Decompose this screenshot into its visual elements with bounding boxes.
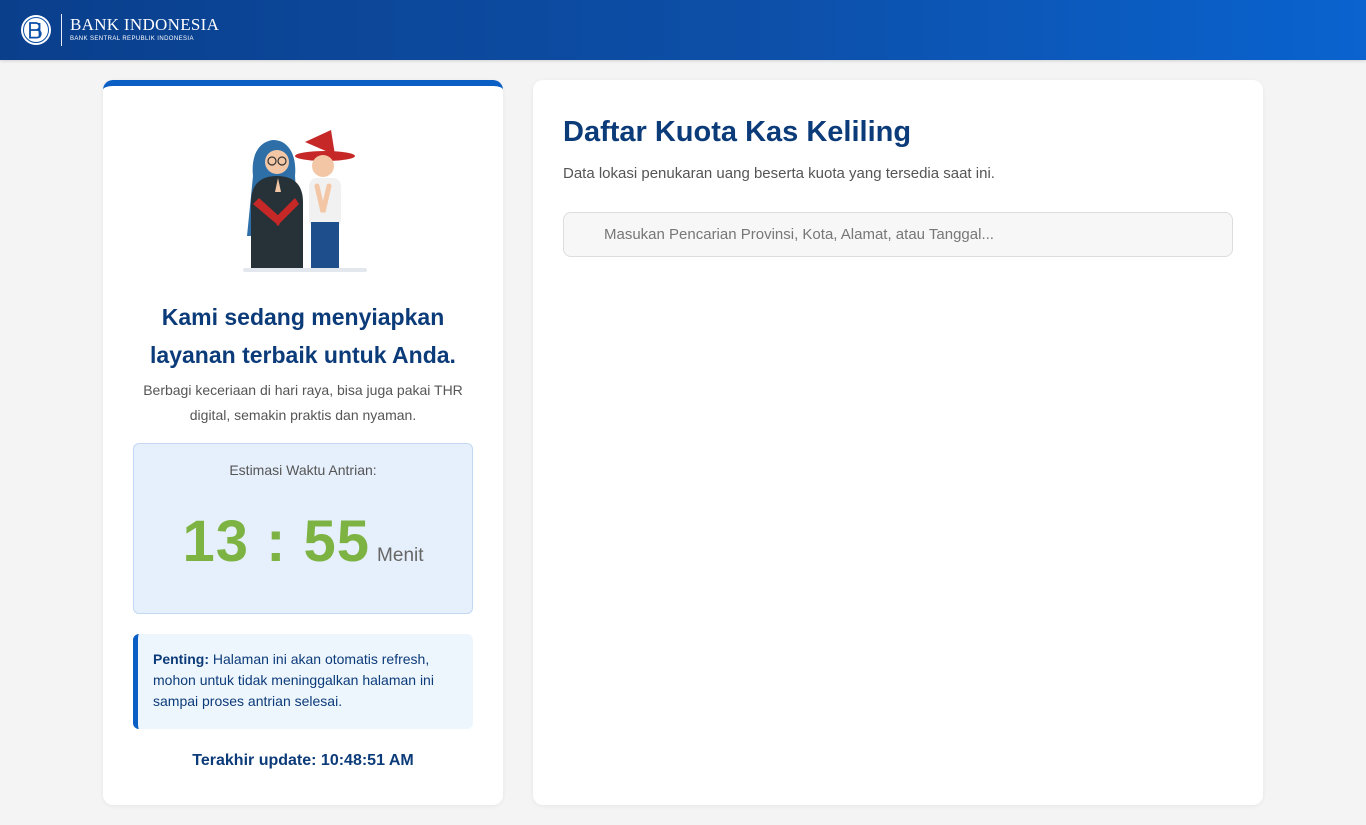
page-subtitle: Data lokasi penukaran uang beserta kuota… [563,165,995,182]
timer-label: Estimasi Waktu Antrian: [229,462,377,478]
timer-unit: Menit [377,545,424,566]
logo-title: BANK INDONESIA [70,15,220,34]
notice-label: Penting: [153,651,209,667]
quota-list-card: Daftar Kuota Kas Keliling Data lokasi pe… [533,80,1263,805]
bi-emblem-icon [21,15,51,45]
top-bar: BANK INDONESIA BANK SENTRAL REPUBLIK IND… [0,0,1366,60]
headline: Kami sedang menyiapkan layanan terbaik u… [150,304,456,368]
timer-row: 13 : 55 Menit [134,508,472,575]
page-title: Daftar Kuota Kas Keliling [563,116,912,148]
logo-divider [61,14,62,46]
last-update-text: Terakhir update: 10:48:51 AM [192,752,414,769]
logo-subtitle: BANK SENTRAL REPUBLIK INDONESIA [70,36,194,42]
queue-timer-box: Estimasi Waktu Antrian: 13 : 55 Menit [133,443,473,614]
subtext: Berbagi keceriaan di hari raya, bisa jug… [143,382,463,423]
queue-status-card: Kami sedang menyiapkan layanan terbaik u… [103,80,503,805]
bank-indonesia-logo[interactable]: BANK INDONESIA BANK SENTRAL REPUBLIK IND… [20,14,219,46]
timer-value: 13 : 55 [182,509,371,574]
search-box [563,212,1233,257]
important-notice: Penting: Halaman ini akan otomatis refre… [133,634,473,729]
logo-text: BANK INDONESIA BANK SENTRAL REPUBLIK IND… [70,16,219,44]
greeting-people-illustration [243,130,367,272]
search-input[interactable] [564,213,1232,256]
